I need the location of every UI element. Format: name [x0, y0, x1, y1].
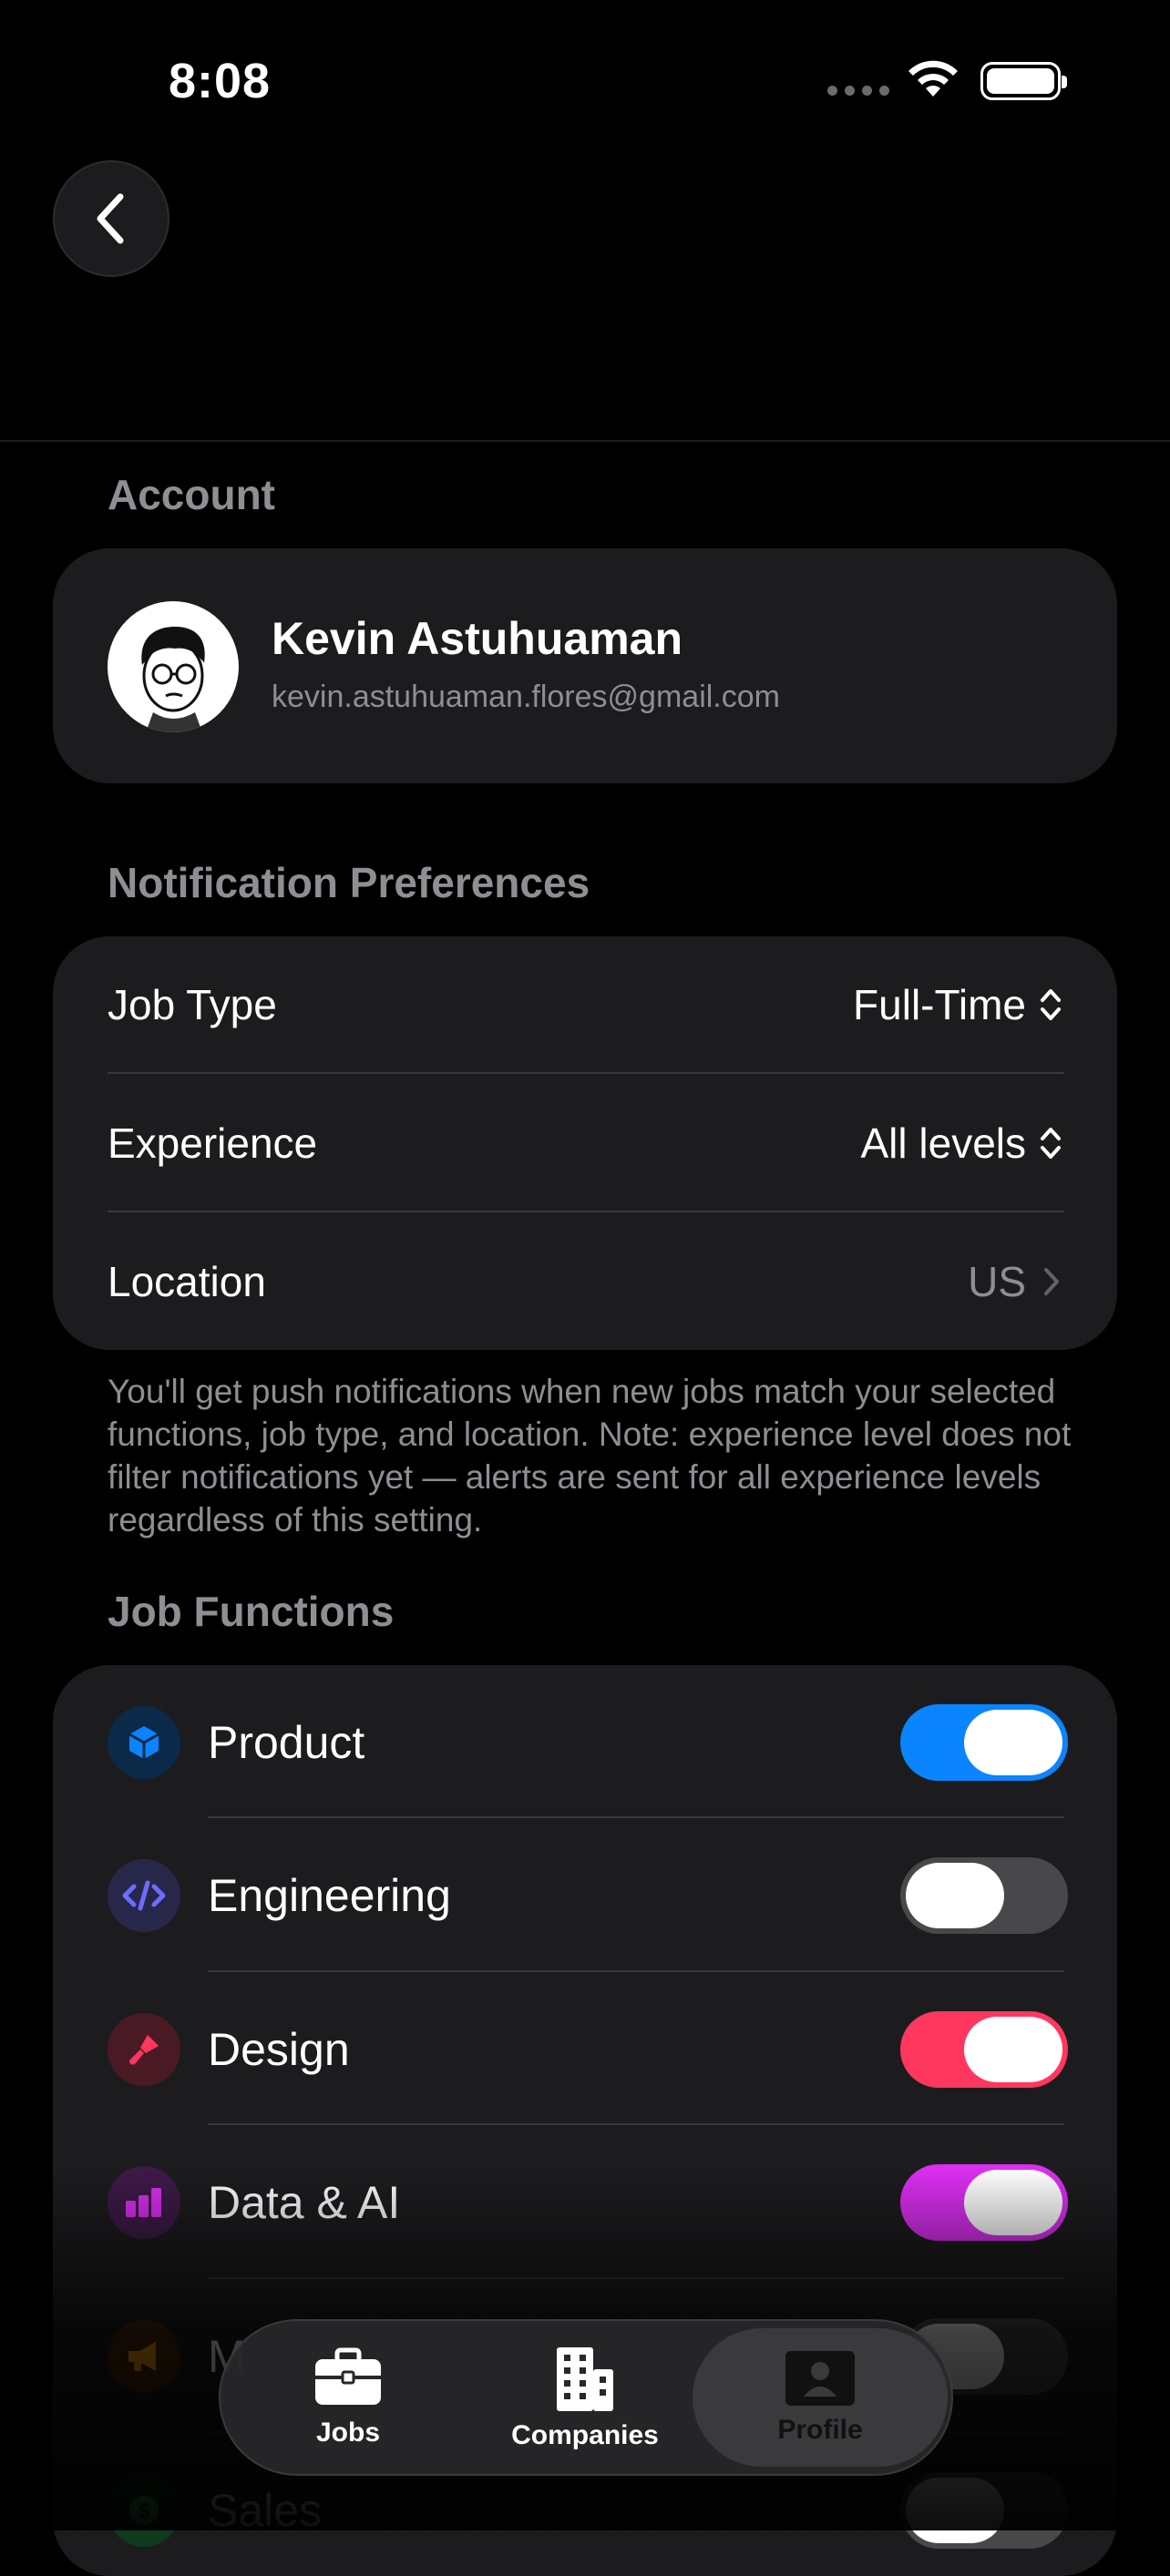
row-divider: [208, 1970, 1064, 1972]
account-email: kevin.astuhuaman.flores@gmail.com: [272, 680, 780, 714]
wifi-icon: [908, 60, 958, 97]
status-time: 8:08: [169, 54, 272, 108]
location-value: US: [968, 1258, 1026, 1305]
tab-bar: Jobs Companies Profile: [219, 2319, 953, 2476]
engineering-toggle[interactable]: [900, 1857, 1068, 1934]
avatar: [108, 601, 239, 732]
tab-label: Companies: [511, 2420, 659, 2450]
cellular-signal-icon: [827, 86, 889, 96]
briefcase-icon: [315, 2347, 381, 2405]
svg-text:$: $: [139, 2499, 149, 2522]
person-icon: [785, 2351, 855, 2406]
tab-label: Jobs: [315, 2418, 381, 2448]
job-type-select[interactable]: Full-Time: [853, 980, 1062, 1029]
experience-value: All levels: [860, 1119, 1026, 1167]
chevron-up-down-icon: [1041, 1128, 1061, 1159]
row-divider: [108, 1072, 1064, 1074]
experience-select[interactable]: All levels: [860, 1119, 1062, 1168]
tab-label: Profile: [777, 2415, 863, 2445]
cube-icon: [108, 1706, 180, 1779]
megaphone-icon: [108, 2320, 180, 2393]
battery-icon: [980, 62, 1067, 100]
chevron-left-icon: [97, 193, 124, 244]
bar-chart-icon: [108, 2166, 180, 2239]
notification-note: You'll get push notifications when new j…: [108, 1373, 1072, 1538]
job-function-label: Data & AI: [208, 2177, 401, 2228]
tab-profile[interactable]: Profile: [693, 2328, 948, 2467]
sales-toggle[interactable]: [900, 2472, 1068, 2549]
chevron-up-down-icon: [1041, 989, 1061, 1020]
data-ai-toggle[interactable]: [900, 2164, 1068, 2241]
code-icon: [108, 1859, 180, 1932]
building-icon: [557, 2347, 613, 2411]
account-name: Kevin Astuhuaman: [272, 613, 683, 664]
design-toggle[interactable]: [900, 2011, 1068, 2088]
job-type-label: Job Type: [108, 981, 277, 1028]
job-function-label: Product: [208, 1717, 365, 1768]
header-divider: [0, 440, 1170, 442]
location-row[interactable]: US: [968, 1257, 1062, 1306]
experience-label: Experience: [108, 1119, 318, 1167]
account-section-title: Account: [108, 471, 275, 518]
chevron-right-icon: [1044, 1268, 1059, 1295]
back-button[interactable]: [53, 160, 169, 277]
brush-icon: [108, 2013, 180, 2086]
tab-companies[interactable]: Companies: [485, 2321, 685, 2474]
job-type-value: Full-Time: [853, 981, 1026, 1028]
dollar-icon: $: [108, 2474, 180, 2547]
job-function-label: Engineering: [208, 1870, 451, 1921]
tab-jobs[interactable]: Jobs: [257, 2321, 439, 2474]
notification-preferences-title: Notification Preferences: [108, 859, 590, 906]
job-function-label: Design: [208, 2024, 350, 2075]
row-divider: [208, 1816, 1064, 1818]
product-toggle[interactable]: [900, 1704, 1068, 1781]
row-divider: [208, 2277, 1064, 2279]
row-divider: [108, 1211, 1064, 1212]
row-divider: [208, 2123, 1064, 2125]
job-function-label: Sales: [208, 2485, 323, 2536]
location-label: Location: [108, 1258, 266, 1305]
job-functions-title: Job Functions: [108, 1588, 395, 1635]
